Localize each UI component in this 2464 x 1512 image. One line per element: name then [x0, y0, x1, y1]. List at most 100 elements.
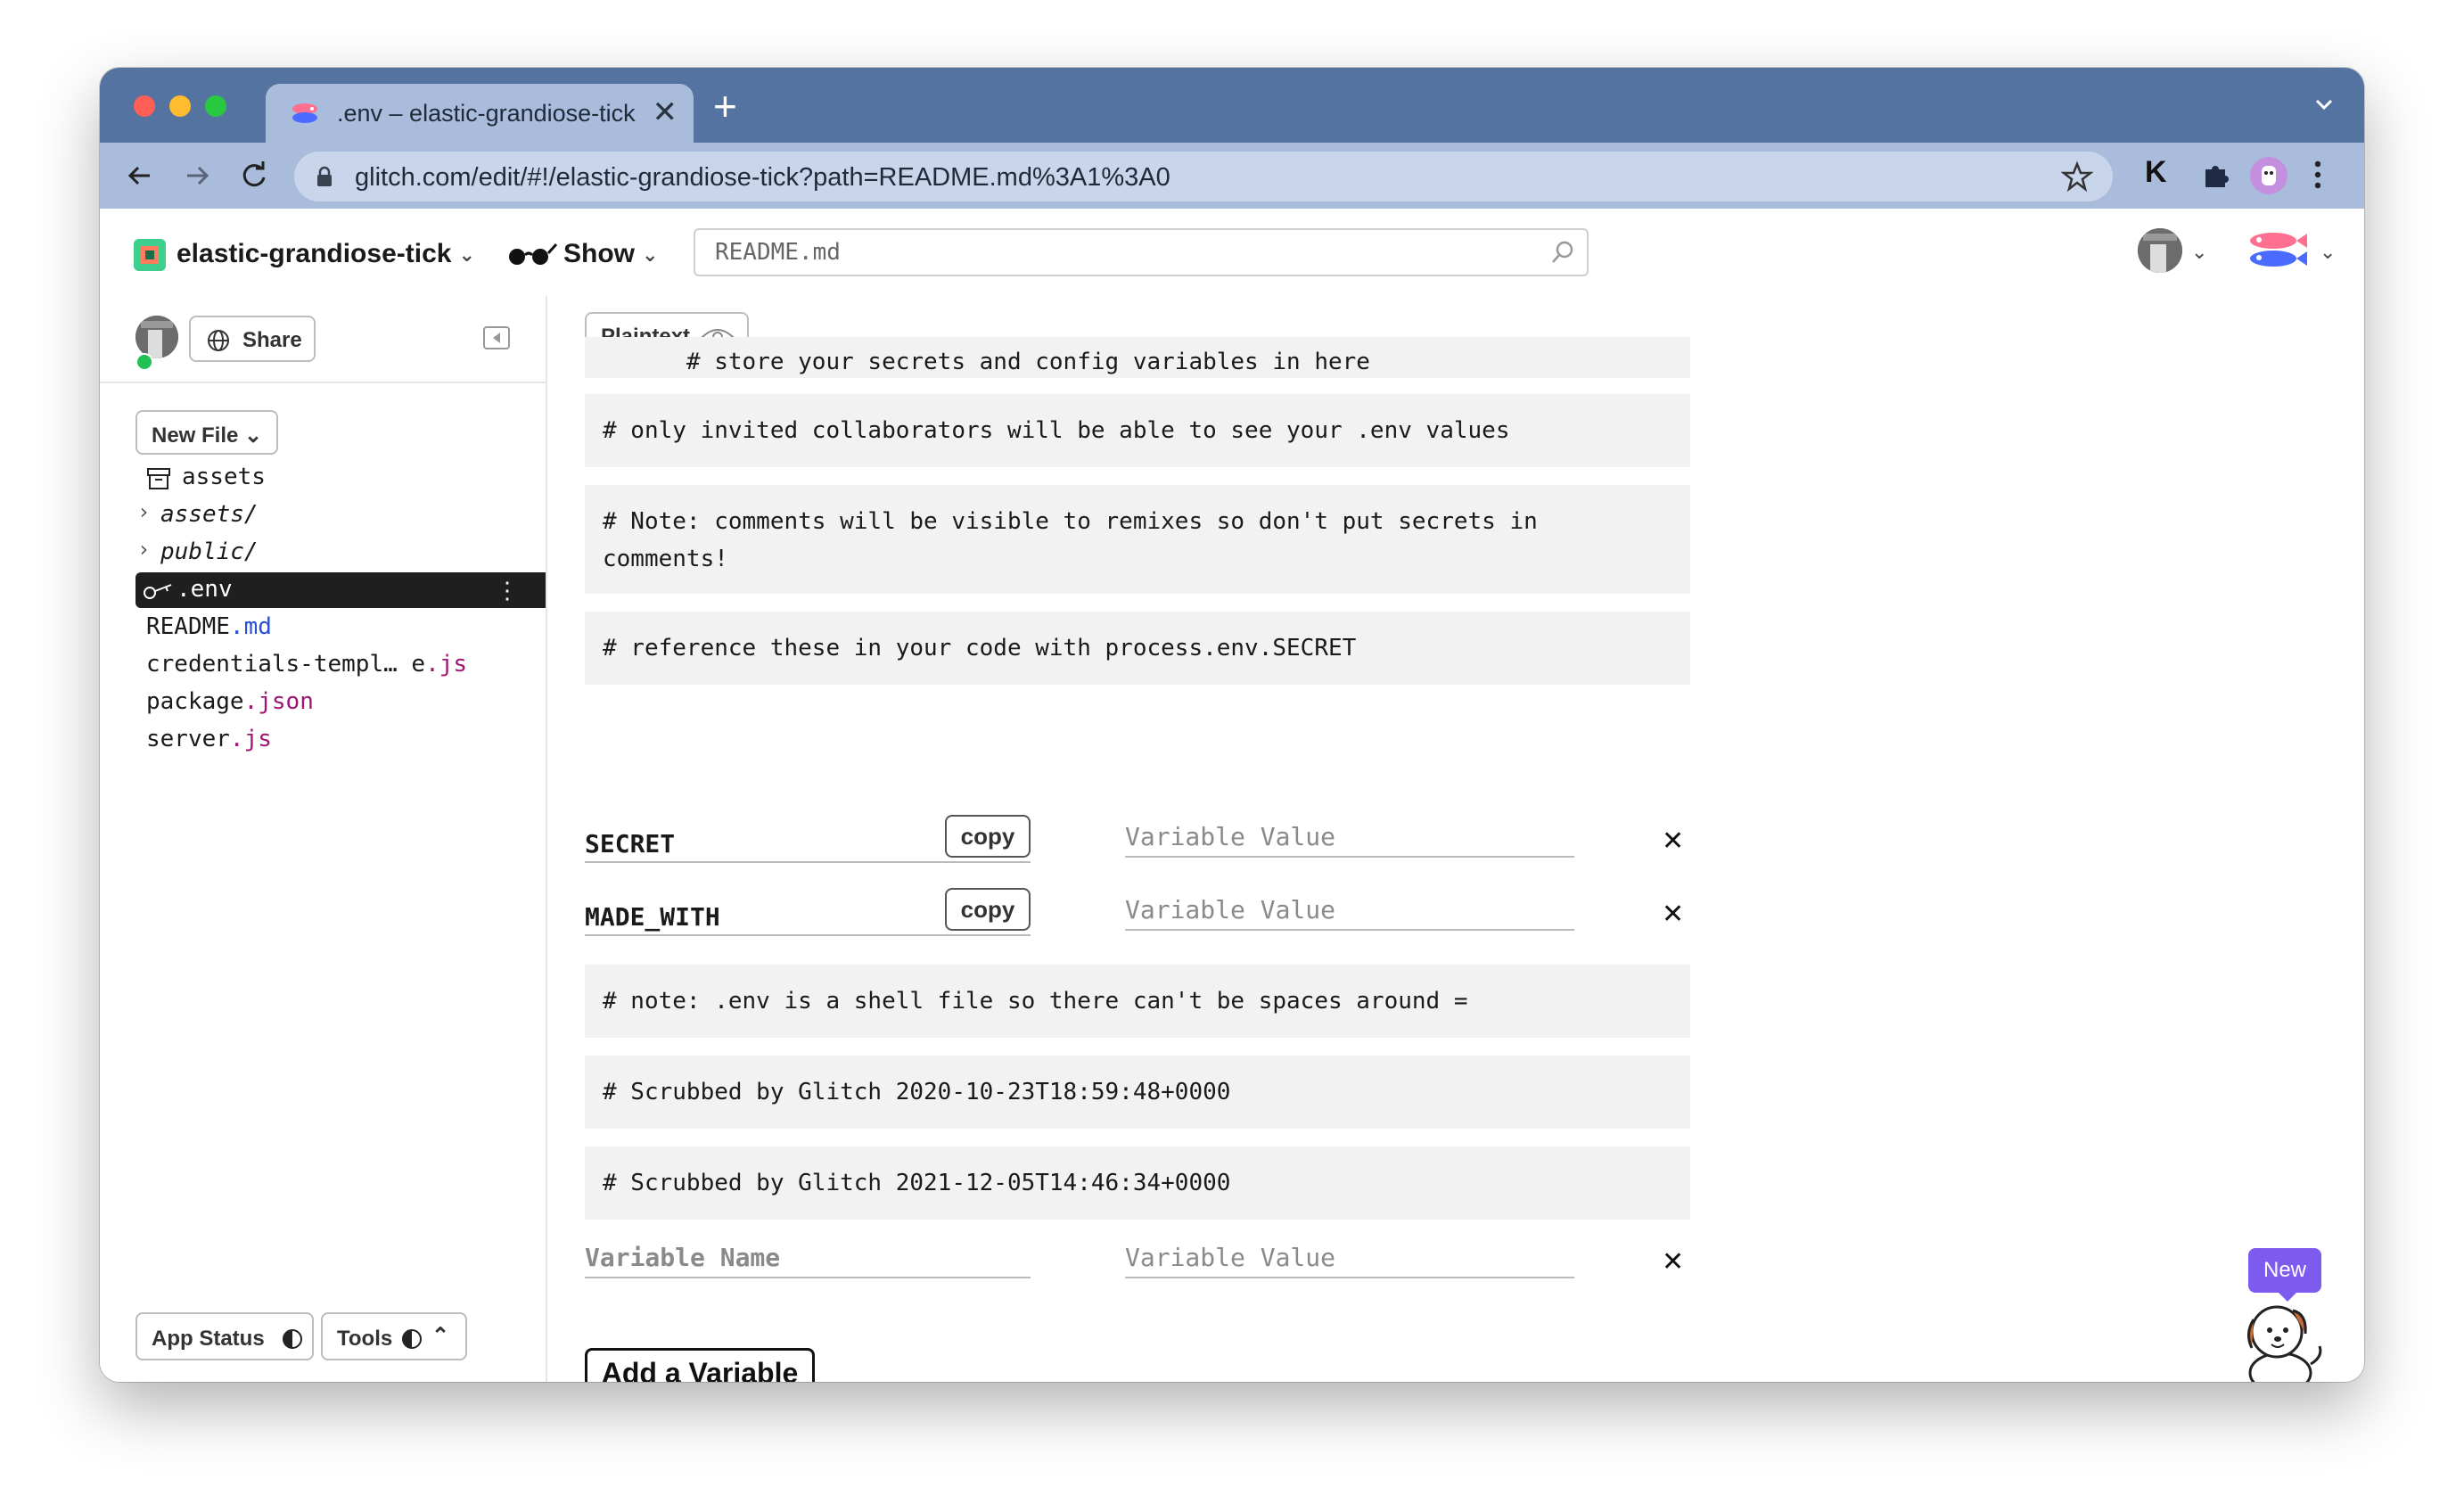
project-logo-icon[interactable]	[134, 239, 166, 271]
file-name: package	[146, 688, 244, 715]
new-variable-value-input[interactable]	[1125, 1237, 1574, 1278]
copy-button[interactable]: copy	[945, 888, 1031, 931]
share-button[interactable]: Share	[189, 316, 316, 362]
chevron-right-icon: ›	[137, 537, 151, 562]
comment-line: # note: .env is a shell file so there ca…	[585, 965, 1690, 1038]
show-label: Show	[563, 239, 635, 268]
share-label: Share	[242, 328, 302, 352]
active-tab[interactable]: .env – elastic-grandiose-tick ✕	[266, 84, 694, 143]
sidebar: Share New File ⌄ assets › assets/ › publ…	[100, 296, 547, 1382]
sunglasses-icon	[509, 242, 558, 265]
new-variable-name-input[interactable]	[585, 1237, 1031, 1278]
file-item-assets-drawer[interactable]: assets	[136, 460, 546, 496]
reload-icon[interactable]	[237, 159, 271, 193]
comment-line: # Note: comments will be visible to remi…	[585, 485, 1690, 594]
file-options-kebab-icon[interactable]: ⋮	[496, 578, 519, 604]
folder-name: public/	[160, 538, 259, 565]
lock-icon	[317, 166, 332, 186]
copy-button[interactable]: copy	[945, 815, 1031, 858]
user-avatar[interactable]	[2138, 228, 2182, 273]
key-icon	[144, 584, 172, 599]
project-name: elastic-grandiose-tick	[177, 239, 452, 268]
archive-box-icon	[147, 468, 170, 489]
chevron-up-icon: ⌃	[431, 1324, 450, 1348]
chevron-right-icon: ›	[137, 499, 151, 524]
file-name: assets	[182, 464, 266, 490]
app-status-label: App Status	[152, 1327, 265, 1351]
file-item-package-json[interactable]: package.json	[136, 685, 546, 720]
project-name-dropdown[interactable]: elastic-grandiose-tick ⌄	[177, 239, 475, 269]
profile-avatar-icon[interactable]	[2250, 157, 2287, 194]
file-extension: .json	[243, 688, 314, 715]
file-name: README	[146, 613, 230, 640]
delete-variable-icon[interactable]: ✕	[1662, 899, 1684, 930]
file-item-readme[interactable]: README.md	[136, 610, 546, 645]
variable-value-input[interactable]	[1125, 890, 1574, 931]
variable-value-input[interactable]	[1125, 817, 1574, 858]
file-item-env-selected[interactable]: .env ⋮	[136, 572, 546, 608]
delete-variable-icon[interactable]: ✕	[1662, 826, 1684, 857]
globe-icon	[208, 330, 229, 351]
variable-name-made-with[interactable]: MADE_WITH copy	[585, 888, 1031, 936]
file-name: server	[146, 726, 230, 752]
close-window-button[interactable]	[134, 95, 155, 117]
new-tab-button[interactable]: +	[713, 86, 737, 127]
add-variable-button[interactable]: Add a Variable	[585, 1348, 815, 1382]
bookmark-star-icon[interactable]	[2061, 160, 2093, 193]
folder-item-public[interactable]: › public/	[136, 535, 546, 571]
browser-toolbar: glitch.com/edit/#!/elastic-grandiose-tic…	[100, 143, 2364, 209]
user-menu-chevron-icon[interactable]: ⌄	[2191, 241, 2207, 264]
fish-menu-chevron-icon[interactable]: ⌄	[2320, 241, 2336, 264]
delete-variable-icon[interactable]: ✕	[1662, 1246, 1684, 1278]
file-item-credentials-template[interactable]: credentials-templ… e.js	[136, 647, 546, 683]
glitch-fish-icon	[292, 103, 317, 123]
minimize-window-button[interactable]	[169, 95, 191, 117]
online-status-dot	[136, 353, 153, 371]
url-text[interactable]: glitch.com/edit/#!/elastic-grandiose-tic…	[355, 163, 1170, 193]
maximize-window-button[interactable]	[205, 95, 226, 117]
sidebar-top: Share	[100, 296, 546, 383]
app-status-button[interactable]: App Status	[136, 1312, 314, 1360]
tools-button[interactable]: Tools ⌃	[321, 1312, 467, 1360]
extension-k-icon[interactable]: K	[2145, 155, 2167, 190]
new-badge[interactable]: New	[2248, 1248, 2321, 1302]
file-search-box[interactable]	[694, 228, 1589, 276]
file-search-input[interactable]	[713, 237, 1519, 267]
collaborator-avatar[interactable]	[136, 316, 178, 358]
file-name: credentials-templ… e	[146, 651, 426, 678]
chevron-down-icon: ⌄	[458, 243, 475, 267]
chevron-down-icon: ⌄	[244, 423, 263, 448]
comment-line: # store your secrets and config variable…	[585, 337, 1690, 378]
new-file-button[interactable]: New File ⌄	[136, 410, 278, 455]
file-item-server-js[interactable]: server.js	[136, 722, 546, 758]
chevron-down-icon: ⌄	[642, 243, 659, 267]
tab-search-chevron-icon[interactable]	[2311, 91, 2337, 118]
comment-line: # only invited collaborators will be abl…	[585, 394, 1690, 467]
variable-name-text: SECRET	[585, 829, 676, 859]
glitch-fish-logo-icon[interactable]	[2243, 226, 2309, 276]
file-extension: .js	[425, 651, 468, 678]
new-file-label: New File	[152, 423, 239, 448]
glitch-dog-mascot-icon[interactable]	[2236, 1298, 2334, 1382]
folder-item-assets[interactable]: › assets/	[136, 497, 546, 533]
variable-name-text: MADE_WITH	[585, 902, 720, 932]
browser-menu-kebab-icon[interactable]	[2309, 157, 2327, 193]
env-editor: Plaintext # store your secrets and confi…	[547, 296, 2364, 1382]
collapse-sidebar-icon[interactable]	[483, 326, 510, 349]
comment-line: # reference these in your code with proc…	[585, 612, 1690, 685]
back-arrow-icon[interactable]	[123, 159, 157, 193]
address-bar[interactable]: glitch.com/edit/#!/elastic-grandiose-tic…	[294, 152, 2113, 201]
forward-arrow-icon[interactable]	[180, 159, 214, 193]
file-extension: .js	[229, 726, 272, 752]
browser-window: .env – elastic-grandiose-tick ✕ + glitch…	[100, 68, 2364, 1382]
status-circle-icon	[283, 1329, 302, 1349]
tab-strip: .env – elastic-grandiose-tick ✕ +	[100, 68, 2364, 143]
tab-close-icon[interactable]: ✕	[653, 94, 678, 130]
folder-name: assets/	[160, 501, 259, 528]
glitch-header: elastic-grandiose-tick⌄ Show⌄ ⌄	[100, 209, 2364, 298]
extensions-puzzle-icon[interactable]	[2198, 157, 2232, 191]
tab-title: .env – elastic-grandiose-tick	[337, 100, 636, 127]
variable-name-secret[interactable]: SECRET copy	[585, 815, 1031, 863]
comment-line: # Scrubbed by Glitch 2021-12-05T14:46:34…	[585, 1146, 1690, 1220]
file-name: .env	[177, 576, 233, 603]
